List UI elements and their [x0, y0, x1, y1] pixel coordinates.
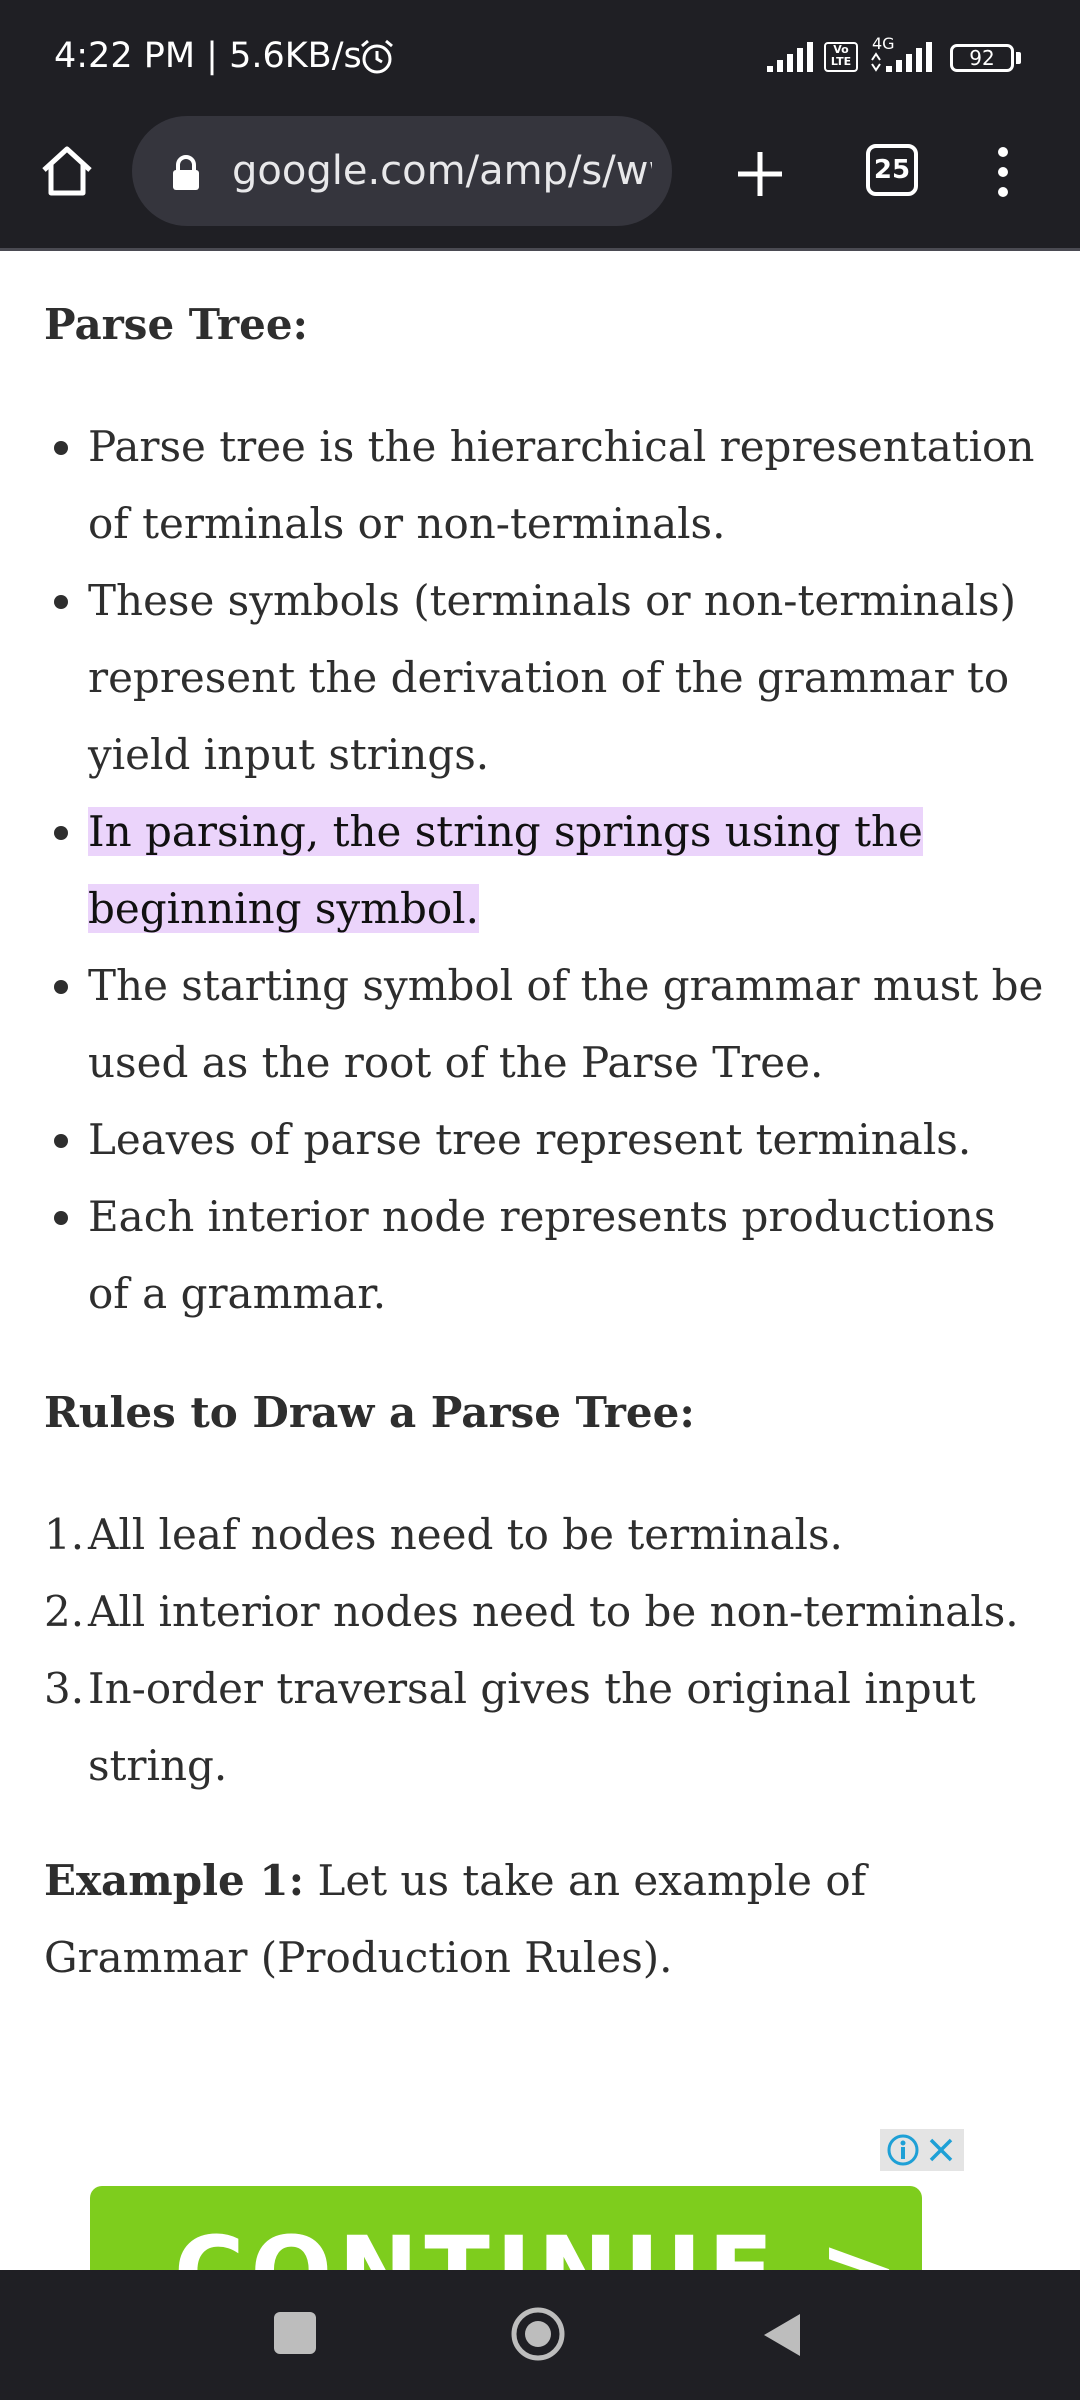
bullet-dot — [54, 595, 68, 609]
list-item-text: Each interior node represents production… — [88, 1192, 996, 1318]
list-item-text: These symbols (terminals or non-terminal… — [88, 576, 1016, 779]
ad-banner[interactable]: CONTINUE > — [90, 2186, 922, 2270]
list-item-text: In-order traversal gives the original in… — [88, 1664, 976, 1790]
back-icon[interactable] — [760, 2310, 804, 2360]
status-time: 4:22 PM | 5.6KB/s — [54, 36, 362, 76]
bullet-dot — [54, 441, 68, 455]
highlighted-text[interactable]: In parsing, the string springs using the… — [88, 807, 923, 933]
list-item: 3. In-order traversal gives the original… — [44, 1650, 1044, 1804]
parse-tree-list: Parse tree is the hierarchical represent… — [44, 408, 1044, 1332]
list-item: 2. All interior nodes need to be non-ter… — [44, 1573, 1044, 1650]
status-bar: 4:22 PM | 5.6KB/s Vo LTE 4G 92 — [0, 0, 1080, 114]
list-item-text: The starting symbol of the grammar must … — [88, 961, 1044, 1087]
list-item-text: Leaves of parse tree represent terminals… — [88, 1115, 972, 1164]
example-label: Example 1: — [44, 1856, 305, 1905]
alarm-icon — [361, 39, 393, 74]
list-number: 2. — [44, 1587, 85, 1636]
list-item-text: All interior nodes need to be non-termin… — [88, 1587, 1019, 1636]
bullet-dot — [54, 1211, 68, 1225]
list-item: These symbols (terminals or non-terminal… — [44, 562, 1044, 793]
info-icon[interactable] — [886, 2133, 920, 2167]
url-bar[interactable]: google.com/amp/s/www.geeksforgeeks.org — [132, 116, 672, 226]
article-content: Parse Tree: Parse tree is the hierarchic… — [0, 250, 1080, 2270]
signal-strength-icon-2 — [871, 42, 932, 72]
bullet-dot — [54, 980, 68, 994]
list-item: The starting symbol of the grammar must … — [44, 947, 1044, 1101]
tab-switcher-button[interactable]: 25 — [866, 144, 918, 196]
home-icon[interactable] — [36, 140, 98, 202]
list-item: 1. All leaf nodes need to be terminals. — [44, 1496, 1044, 1573]
list-item: Leaves of parse tree represent terminals… — [44, 1101, 1044, 1178]
ad-continue-text[interactable]: CONTINUE > — [174, 2216, 905, 2270]
bullet-dot — [54, 826, 68, 840]
list-item-text: All leaf nodes need to be terminals. — [88, 1510, 843, 1559]
list-item: Parse tree is the hierarchical represent… — [44, 408, 1044, 562]
list-item-highlighted: In parsing, the string springs using the… — [44, 793, 1044, 947]
rules-heading: Rules to Draw a Parse Tree: — [44, 1388, 695, 1437]
nav-home-icon[interactable] — [510, 2306, 566, 2362]
battery-indicator: 92 — [950, 44, 1014, 72]
plus-icon[interactable] — [730, 144, 790, 204]
url-text[interactable]: google.com/amp/s/www.geeksforgeeks.org — [232, 148, 652, 194]
browser-toolbar: google.com/amp/s/www.geeksforgeeks.org 2… — [0, 114, 1080, 251]
battery-tip — [1016, 52, 1021, 64]
rules-list: 1. All leaf nodes need to be terminals. … — [44, 1496, 1044, 1804]
list-number: 1. — [44, 1510, 85, 1559]
more-vert-icon[interactable] — [988, 142, 1018, 202]
list-item: Each interior node represents production… — [44, 1178, 1044, 1332]
example-paragraph: Example 1: Let us take an example of Gra… — [44, 1842, 1044, 1996]
close-icon[interactable] — [926, 2135, 956, 2165]
parse-tree-heading: Parse Tree: — [44, 300, 309, 349]
list-item-text: Parse tree is the hierarchical represent… — [88, 422, 1035, 548]
bullet-dot — [54, 1134, 68, 1148]
signal-strength-icon — [767, 42, 813, 72]
lock-icon — [173, 155, 199, 190]
ad-choices[interactable] — [880, 2129, 964, 2171]
list-number: 3. — [44, 1664, 85, 1713]
system-nav-bar — [0, 2270, 1080, 2400]
volte-badge: Vo LTE — [824, 42, 858, 72]
recents-icon[interactable] — [274, 2312, 316, 2354]
